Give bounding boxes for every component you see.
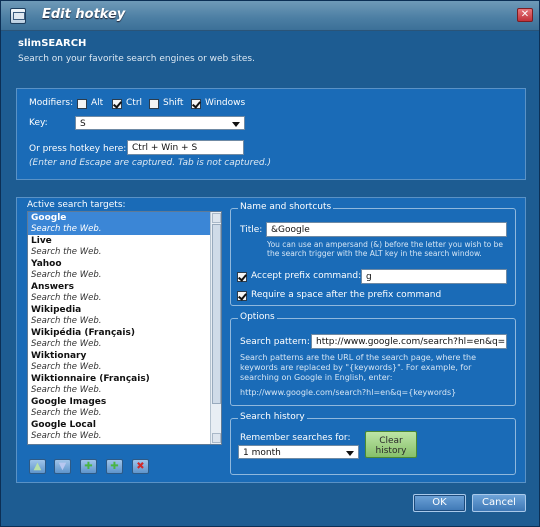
remember-searches-value: 1 month: [243, 448, 281, 458]
clear-history-label: Clear history: [375, 436, 407, 456]
chevron-down-icon: [232, 122, 240, 127]
modifier-shift-checkbox[interactable]: [149, 99, 159, 109]
search-target-description: Search the Web.: [31, 270, 102, 280]
search-target-name: Wiktionnaire (Français): [31, 374, 150, 384]
search-target-item[interactable]: Wiktionnaire (Français) Search the Web.: [28, 373, 211, 396]
search-target-description: Search the Web.: [31, 316, 102, 326]
press-hotkey-note: (Enter and Escape are captured. Tab is n…: [29, 158, 271, 168]
add-button[interactable]: ✚: [80, 459, 97, 474]
search-pattern-help: Search patterns are the URL of the searc…: [240, 353, 477, 382]
remember-searches-label: Remember searches for:: [240, 433, 351, 443]
delete-button[interactable]: ✖: [132, 459, 149, 474]
options-group: Options Search pattern: http://www.googl…: [230, 312, 516, 406]
search-target-name: Wikipedia: [31, 305, 82, 315]
modifiers-label: Modifiers:: [29, 98, 74, 108]
search-target-description: Search the Web.: [31, 362, 102, 372]
search-target-description: Search the Web.: [31, 385, 102, 395]
copy-add-icon: ✚: [110, 461, 119, 472]
search-target-description: Search the Web.: [31, 224, 102, 234]
scroll-thumb[interactable]: [212, 224, 221, 404]
search-history-group: Search history Remember searches for: 1 …: [230, 412, 516, 475]
close-button[interactable]: ✕: [517, 8, 533, 22]
search-target-name: Google: [31, 213, 67, 223]
search-target-item[interactable]: Wikipedia Search the Web.: [28, 304, 211, 327]
title-help-text: You can use an ampersand (&) before the …: [267, 240, 503, 258]
title-field[interactable]: &Google: [266, 222, 507, 237]
prefix-command-field[interactable]: g: [361, 269, 507, 284]
modifier-windows-checkbox[interactable]: [191, 99, 201, 109]
clear-history-button[interactable]: Clear history: [365, 431, 417, 458]
search-target-description: Search the Web.: [31, 431, 102, 441]
search-targets-list[interactable]: Google Search the Web. Live Search the Web.…: [27, 211, 222, 445]
search-pattern-label: Search pattern:: [240, 337, 310, 347]
search-target-name: Google Local: [31, 420, 96, 430]
modifier-ctrl-checkbox[interactable]: [112, 99, 122, 109]
prefix-command-label: Accept prefix command:: [251, 271, 362, 281]
key-select-value: S: [80, 119, 86, 129]
modifier-shift-label: Shift: [163, 98, 184, 108]
modifier-ctrl-label: Ctrl: [126, 98, 143, 108]
search-target-item[interactable]: Wikipédia (Français) Search the Web.: [28, 327, 211, 350]
search-history-title: Search history: [238, 412, 307, 422]
app-subtitle: Search on your favorite search engines o…: [18, 54, 255, 64]
search-target-description: Search the Web.: [31, 408, 102, 418]
cancel-button[interactable]: Cancel: [472, 494, 526, 512]
options-title: Options: [238, 312, 277, 322]
chevron-down-icon: [346, 451, 354, 456]
search-target-name: Wiktionary: [31, 351, 87, 361]
app-name: slimSEARCH: [18, 38, 87, 49]
modifier-alt-label: Alt: [91, 98, 104, 108]
search-target-name: Yahoo: [31, 259, 62, 269]
prefix-command-checkbox[interactable]: [237, 272, 247, 282]
require-space-label: Require a space after the prefix command: [251, 290, 442, 300]
search-target-item[interactable]: Google Search the Web.: [28, 212, 211, 235]
scroll-up-arrow-icon[interactable]: [212, 213, 221, 223]
move-up-icon: ▲: [33, 461, 42, 472]
move-down-button[interactable]: ▼: [54, 459, 71, 474]
delete-icon: ✖: [136, 461, 145, 472]
search-target-description: Search the Web.: [31, 247, 102, 257]
key-label: Key:: [29, 118, 48, 128]
key-select[interactable]: S: [75, 116, 245, 130]
move-up-button[interactable]: ▲: [29, 459, 46, 474]
search-target-description: Search the Web.: [31, 293, 102, 303]
search-target-item[interactable]: Google Local Search the Web.: [28, 419, 211, 442]
require-space-checkbox[interactable]: [237, 291, 247, 301]
edit-hotkey-window: Edit hotkey ✕ slimSEARCH Search on your …: [0, 0, 540, 527]
search-pattern-field[interactable]: http://www.google.com/search?hl=en&q={ke…: [311, 334, 507, 349]
hotkey-panel: Modifiers: Alt Ctrl Shift Windows Key: S…: [16, 88, 526, 180]
search-target-item[interactable]: Answers Search the Web.: [28, 281, 211, 304]
search-target-name: Wikipédia (Français): [31, 328, 135, 338]
modifier-alt-checkbox[interactable]: [77, 99, 87, 109]
list-scrollbar[interactable]: [210, 212, 221, 444]
search-target-item[interactable]: Google Images Search the Web.: [28, 396, 211, 419]
search-target-name: Answers: [31, 282, 74, 292]
ok-button[interactable]: OK: [413, 494, 466, 512]
title-bar: Edit hotkey ✕: [1, 1, 539, 31]
search-target-item[interactable]: Live Search the Web.: [28, 235, 211, 258]
search-target-item[interactable]: Yahoo Search the Web.: [28, 258, 211, 281]
window-title: Edit hotkey: [42, 7, 126, 22]
press-hotkey-label: Or press hotkey here:: [29, 144, 127, 154]
move-down-icon: ▼: [58, 461, 67, 472]
window-icon: [10, 8, 26, 24]
search-pattern-example: http://www.google.com/search?hl=en&q={ke…: [240, 388, 457, 397]
active-targets-label: Active search targets:: [27, 200, 126, 210]
remember-searches-select[interactable]: 1 month: [238, 445, 359, 459]
press-hotkey-field[interactable]: Ctrl + Win + S: [127, 140, 244, 155]
search-target-description: Search the Web.: [31, 339, 102, 349]
name-shortcuts-title: Name and shortcuts: [238, 202, 334, 212]
copy-add-button[interactable]: ✚: [106, 459, 123, 474]
name-shortcuts-group: Name and shortcuts Title: &Google You ca…: [230, 202, 516, 306]
search-target-name: Live: [31, 236, 52, 246]
title-label: Title:: [240, 225, 263, 235]
search-target-name: Google Images: [31, 397, 107, 407]
add-icon: ✚: [84, 461, 93, 472]
scroll-down-arrow-icon[interactable]: [212, 433, 221, 443]
search-target-item[interactable]: Wiktionary Search the Web.: [28, 350, 211, 373]
modifier-windows-label: Windows: [205, 98, 246, 108]
